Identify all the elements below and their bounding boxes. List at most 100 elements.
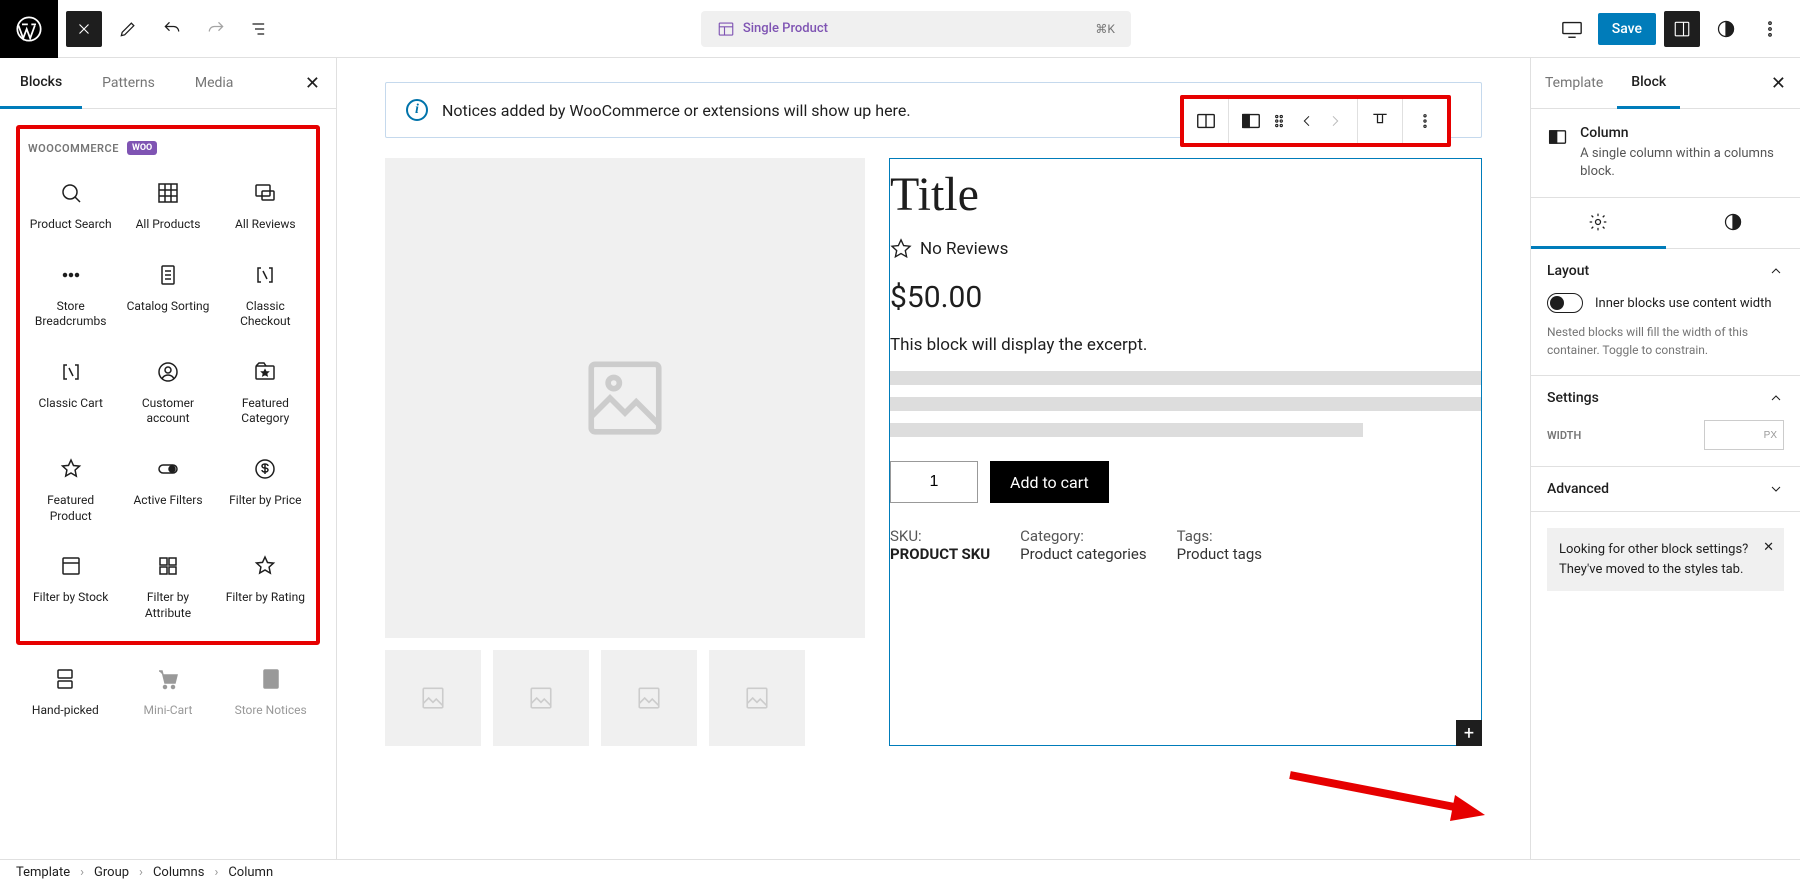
block-name: Column [1580, 125, 1784, 141]
column-icon[interactable] [1237, 107, 1265, 135]
product-price[interactable]: $50.00 [890, 280, 1481, 315]
close-inserter-button[interactable]: ✕ [289, 73, 336, 94]
close-settings-button[interactable]: ✕ [1757, 73, 1800, 94]
top-toolbar: Single Product ⌘K Save [0, 0, 1800, 58]
block-hand-picked[interactable]: Hand-picked [16, 653, 115, 731]
move-left-icon[interactable] [1293, 107, 1321, 135]
toggle-label: Inner blocks use content width [1595, 296, 1772, 311]
breadcrumb-item[interactable]: Group [94, 865, 129, 880]
breadcrumb-item[interactable]: Template [16, 865, 70, 880]
toggle-icon [156, 457, 180, 481]
block-all-products[interactable]: All Products [121, 167, 214, 245]
block-toolbar [1180, 95, 1451, 147]
close-button[interactable] [66, 11, 102, 47]
tab-blocks[interactable]: Blocks [0, 58, 82, 109]
woo-badge: WOO [127, 141, 157, 155]
move-right-icon[interactable] [1321, 107, 1349, 135]
category-title: WOOCOMMERCE [28, 142, 119, 155]
content-width-toggle[interactable] [1547, 293, 1583, 313]
view-icon[interactable] [1554, 11, 1590, 47]
save-button[interactable]: Save [1598, 13, 1656, 45]
block-classic-cart[interactable]: Classic Cart [24, 346, 117, 439]
box-icon [59, 554, 83, 578]
layout-help-text: Nested blocks will fill the width of thi… [1547, 323, 1784, 359]
settings-panel-toggle[interactable] [1664, 11, 1700, 47]
block-active-filters[interactable]: Active Filters [121, 443, 214, 536]
add-block-button[interactable]: + [1456, 720, 1482, 746]
product-meta[interactable]: SKU: PRODUCT SKU Category: Product categ… [890, 527, 1481, 563]
width-input[interactable] [1704, 420, 1784, 450]
meta-item: Category: Product categories [1020, 527, 1146, 563]
list-view-icon[interactable] [242, 11, 278, 47]
handpick-icon [53, 667, 77, 691]
align-icon[interactable] [1366, 107, 1394, 135]
editor-canvas: i Notices added by WooCommerce or extens… [337, 58, 1530, 859]
product-gallery[interactable] [385, 158, 865, 746]
dots-icon [59, 263, 83, 287]
block-store-breadcrumbs[interactable]: Store Breadcrumbs [24, 249, 117, 342]
breadcrumb-item[interactable]: Columns [153, 865, 205, 880]
block-customer-account[interactable]: Customer account [121, 346, 214, 439]
product-reviews[interactable]: No Reviews [890, 238, 1481, 260]
product-title[interactable]: Title [890, 167, 1481, 222]
document-title: Single Product [743, 21, 828, 36]
command-shortcut: ⌘K [1095, 22, 1115, 36]
tab-template[interactable]: Template [1531, 59, 1617, 107]
drag-handle-icon[interactable] [1265, 107, 1293, 135]
options-icon[interactable] [1752, 11, 1788, 47]
add-to-cart-block[interactable]: Add to cart [890, 461, 1481, 503]
chevron-up-icon [1768, 263, 1784, 279]
tab-media[interactable]: Media [175, 59, 254, 107]
list-icon [156, 263, 180, 287]
breadcrumb-item[interactable]: Column [228, 865, 273, 880]
template-icon [717, 20, 735, 38]
notice-icon [259, 667, 283, 691]
close-tip-icon[interactable]: ✕ [1763, 538, 1774, 558]
thumbnail[interactable] [385, 650, 481, 746]
block-catalog-sorting[interactable]: Catalog Sorting [121, 249, 214, 342]
block-filter-by-stock[interactable]: Filter by Stock [24, 540, 117, 633]
star-icon [59, 457, 83, 481]
more-options-icon[interactable] [1411, 107, 1439, 135]
block-filter-by-price[interactable]: Filter by Price [219, 443, 312, 536]
product-excerpt[interactable]: This block will display the excerpt. [890, 335, 1481, 355]
main-product-image [385, 158, 865, 638]
block-filter-by-attribute[interactable]: Filter by Attribute [121, 540, 214, 633]
quantity-input[interactable] [890, 461, 978, 503]
thumbnail[interactable] [601, 650, 697, 746]
block-featured-category[interactable]: Featured Category [219, 346, 312, 439]
advanced-section-header[interactable]: Advanced [1531, 467, 1800, 511]
settings-panel: Template Block ✕ Column A single column … [1530, 58, 1800, 859]
thumbnail[interactable] [709, 650, 805, 746]
document-title-bar[interactable]: Single Product ⌘K [701, 11, 1131, 47]
column-block-selected[interactable]: Title No Reviews $50.00 This block will … [889, 158, 1482, 746]
settings-tab-icon[interactable] [1531, 198, 1666, 249]
meta-item: SKU: PRODUCT SKU [890, 527, 990, 563]
styles-tab-icon[interactable] [1666, 198, 1800, 248]
tab-patterns[interactable]: Patterns [82, 59, 175, 107]
thumbnail[interactable] [493, 650, 589, 746]
redo-icon[interactable] [198, 11, 234, 47]
excerpt-placeholder [890, 371, 1481, 437]
styles-icon[interactable] [1708, 11, 1744, 47]
block-mini-cart[interactable]: Mini-Cart [119, 653, 218, 731]
block-product-search[interactable]: Product Search [24, 167, 117, 245]
layout-section-header[interactable]: Layout [1531, 249, 1800, 293]
block-classic-checkout[interactable]: Classic Checkout [219, 249, 312, 342]
chevron-up-icon [1768, 390, 1784, 406]
block-store-notices[interactable]: Store Notices [221, 653, 320, 731]
add-to-cart-button[interactable]: Add to cart [990, 461, 1109, 503]
columns-parent-icon[interactable] [1192, 107, 1220, 135]
wordpress-logo[interactable] [0, 0, 58, 58]
block-description: A single column within a columns block. [1580, 145, 1784, 181]
folder-star-icon [253, 360, 277, 384]
tab-block[interactable]: Block [1617, 58, 1680, 109]
store-notices-block[interactable]: i Notices added by WooCommerce or extens… [385, 82, 1482, 138]
brackets-icon [253, 263, 277, 287]
block-all-reviews[interactable]: All Reviews [219, 167, 312, 245]
edit-icon[interactable] [110, 11, 146, 47]
block-featured-product[interactable]: Featured Product [24, 443, 117, 536]
undo-icon[interactable] [154, 11, 190, 47]
settings-section-header[interactable]: Settings [1531, 376, 1800, 420]
block-filter-by-rating[interactable]: Filter by Rating [219, 540, 312, 633]
